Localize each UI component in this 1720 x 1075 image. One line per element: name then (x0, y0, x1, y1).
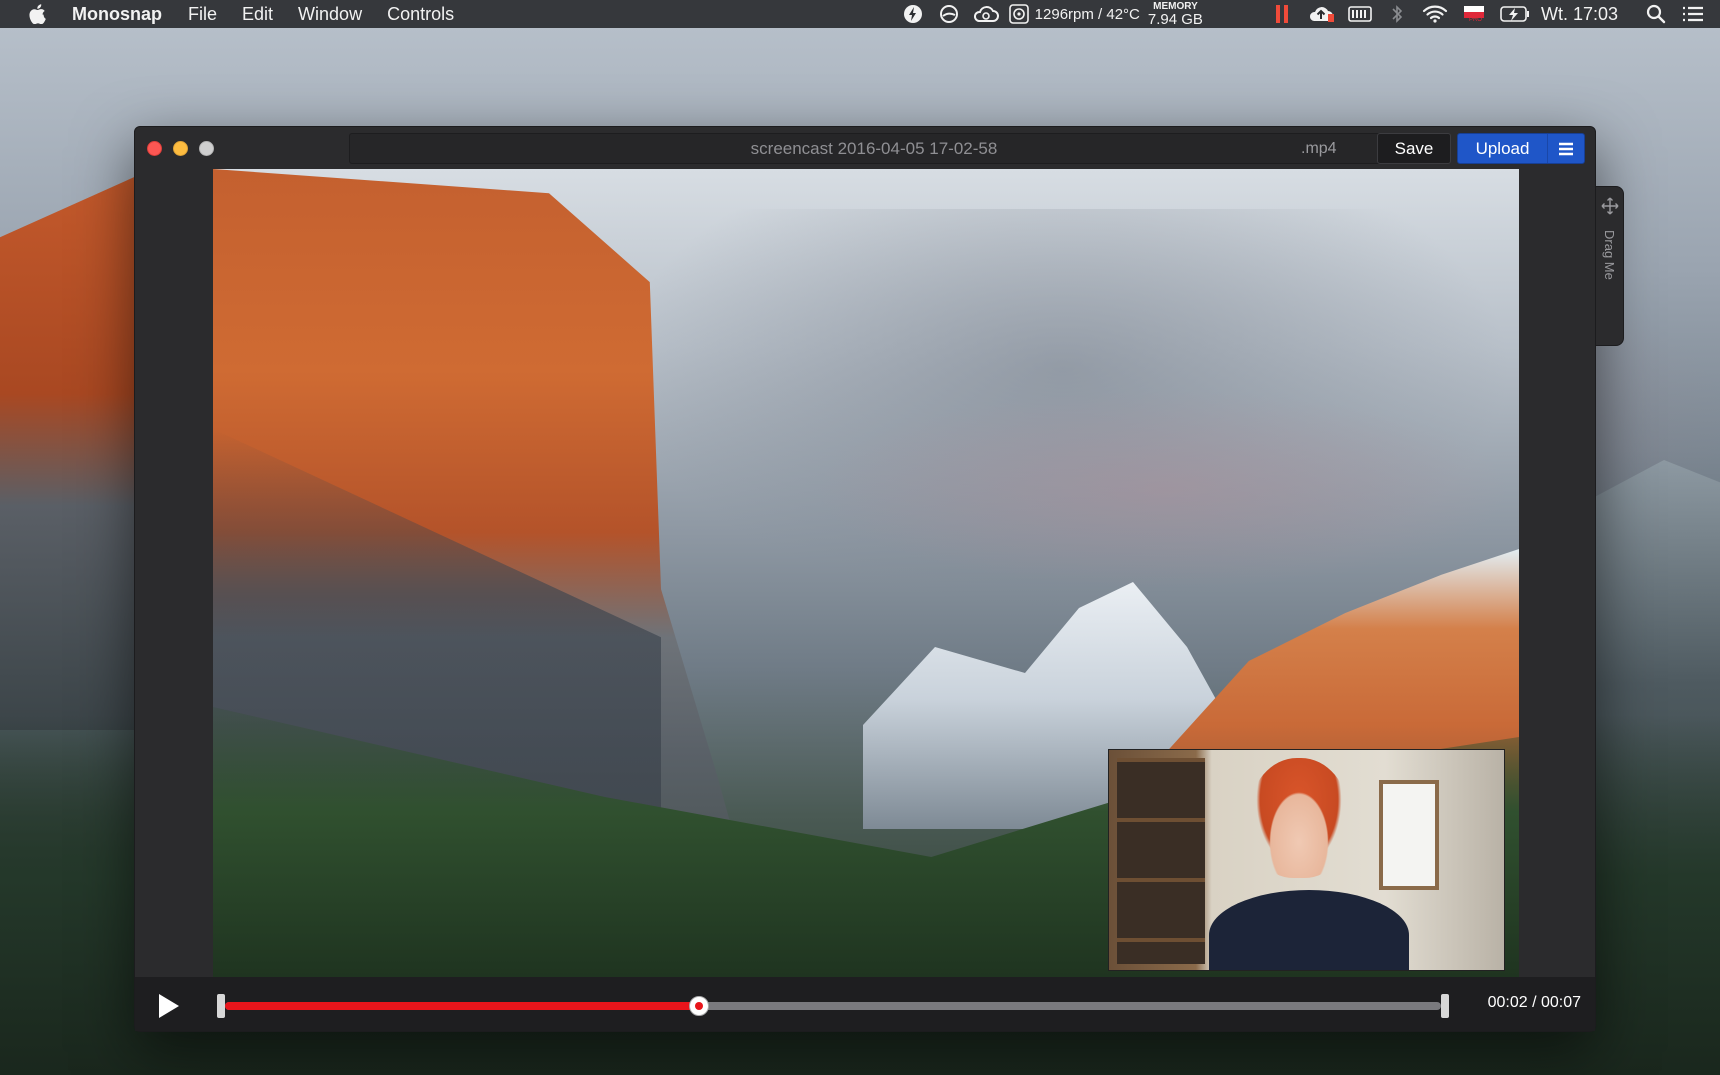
status-area: 1296rpm / 42°C MEMORY 7.94 GB PRO Wt. 17… (895, 0, 1720, 28)
progress-track[interactable] (225, 996, 1441, 1016)
pause-icon[interactable] (1263, 4, 1301, 24)
menu-bar: Monosnap File Edit Window Controls 1296r… (0, 0, 1720, 28)
drag-me-label: Drag Me (1602, 230, 1617, 280)
list-icon[interactable] (1676, 5, 1720, 23)
circle-slash-icon[interactable] (931, 4, 967, 24)
menu-controls[interactable]: Controls (387, 4, 454, 25)
wifi-icon[interactable] (1415, 4, 1455, 24)
memory-value: 7.94 GB (1147, 10, 1203, 28)
webcam-shelf (1117, 758, 1205, 964)
clock[interactable]: Wt. 17:03 (1537, 4, 1636, 25)
menu-window[interactable]: Window (298, 4, 362, 25)
webcam-overlay[interactable] (1108, 749, 1505, 971)
bluetooth-icon[interactable] (1379, 4, 1415, 24)
video-sky-glow (813, 389, 1513, 589)
battery-ram-icon[interactable] (1341, 5, 1379, 23)
file-extension: .mp4 (1301, 140, 1337, 157)
maximize-button[interactable] (199, 141, 214, 156)
time-display: 00:02 / 00:07 (1487, 994, 1581, 1011)
drag-me-tab[interactable]: Drag Me (1596, 186, 1624, 346)
fan-readout: 1296rpm / 42°C (1034, 5, 1140, 23)
upload-label[interactable]: Upload (1458, 134, 1548, 163)
memory-readout: MEMORY 7.94 GB (1147, 0, 1263, 28)
filename-field[interactable]: screencast 2016-04-05 17-02-58 (349, 133, 1399, 164)
webcam-person-body (1209, 890, 1409, 970)
upload-menu-icon[interactable] (1548, 134, 1584, 163)
playhead-knob[interactable] (689, 996, 710, 1016)
menu-edit[interactable]: Edit (242, 4, 273, 25)
trim-end-handle[interactable] (1441, 994, 1449, 1018)
menu-file[interactable]: File (188, 4, 217, 25)
upload-button[interactable]: Upload (1457, 133, 1585, 164)
webcam-person-head (1249, 758, 1349, 878)
move-arrows-icon (1601, 197, 1619, 220)
fan-icon[interactable] (1005, 4, 1033, 24)
flag-icon[interactable]: PRO (1455, 4, 1493, 24)
play-icon[interactable] (157, 993, 181, 1019)
wallpaper-cliff (0, 170, 150, 730)
menu-app-name[interactable]: Monosnap (72, 4, 162, 25)
memory-label: MEMORY (1153, 0, 1198, 12)
save-button[interactable]: Save (1377, 133, 1451, 164)
progress-fill (225, 1002, 700, 1010)
cloud-upload-icon[interactable] (1301, 4, 1341, 24)
battery-charging-icon[interactable] (1493, 5, 1537, 23)
video-preview[interactable] (213, 169, 1519, 977)
apple-icon[interactable] (28, 4, 48, 24)
minimize-button[interactable] (173, 141, 188, 156)
cloud-sync-icon[interactable] (967, 5, 1005, 23)
flag-sub-label: PRO (1468, 17, 1482, 23)
player-controls: 00:02 / 00:07 (135, 977, 1595, 1031)
title-bar[interactable]: screencast 2016-04-05 17-02-58 .mp4 Save… (135, 127, 1595, 169)
webcam-room-window (1379, 780, 1439, 890)
search-icon[interactable] (1636, 4, 1676, 24)
bolt-icon[interactable] (895, 4, 931, 24)
close-button[interactable] (147, 141, 162, 156)
monosnap-window: screencast 2016-04-05 17-02-58 .mp4 Save… (134, 126, 1596, 1032)
trim-start-handle[interactable] (217, 994, 225, 1018)
